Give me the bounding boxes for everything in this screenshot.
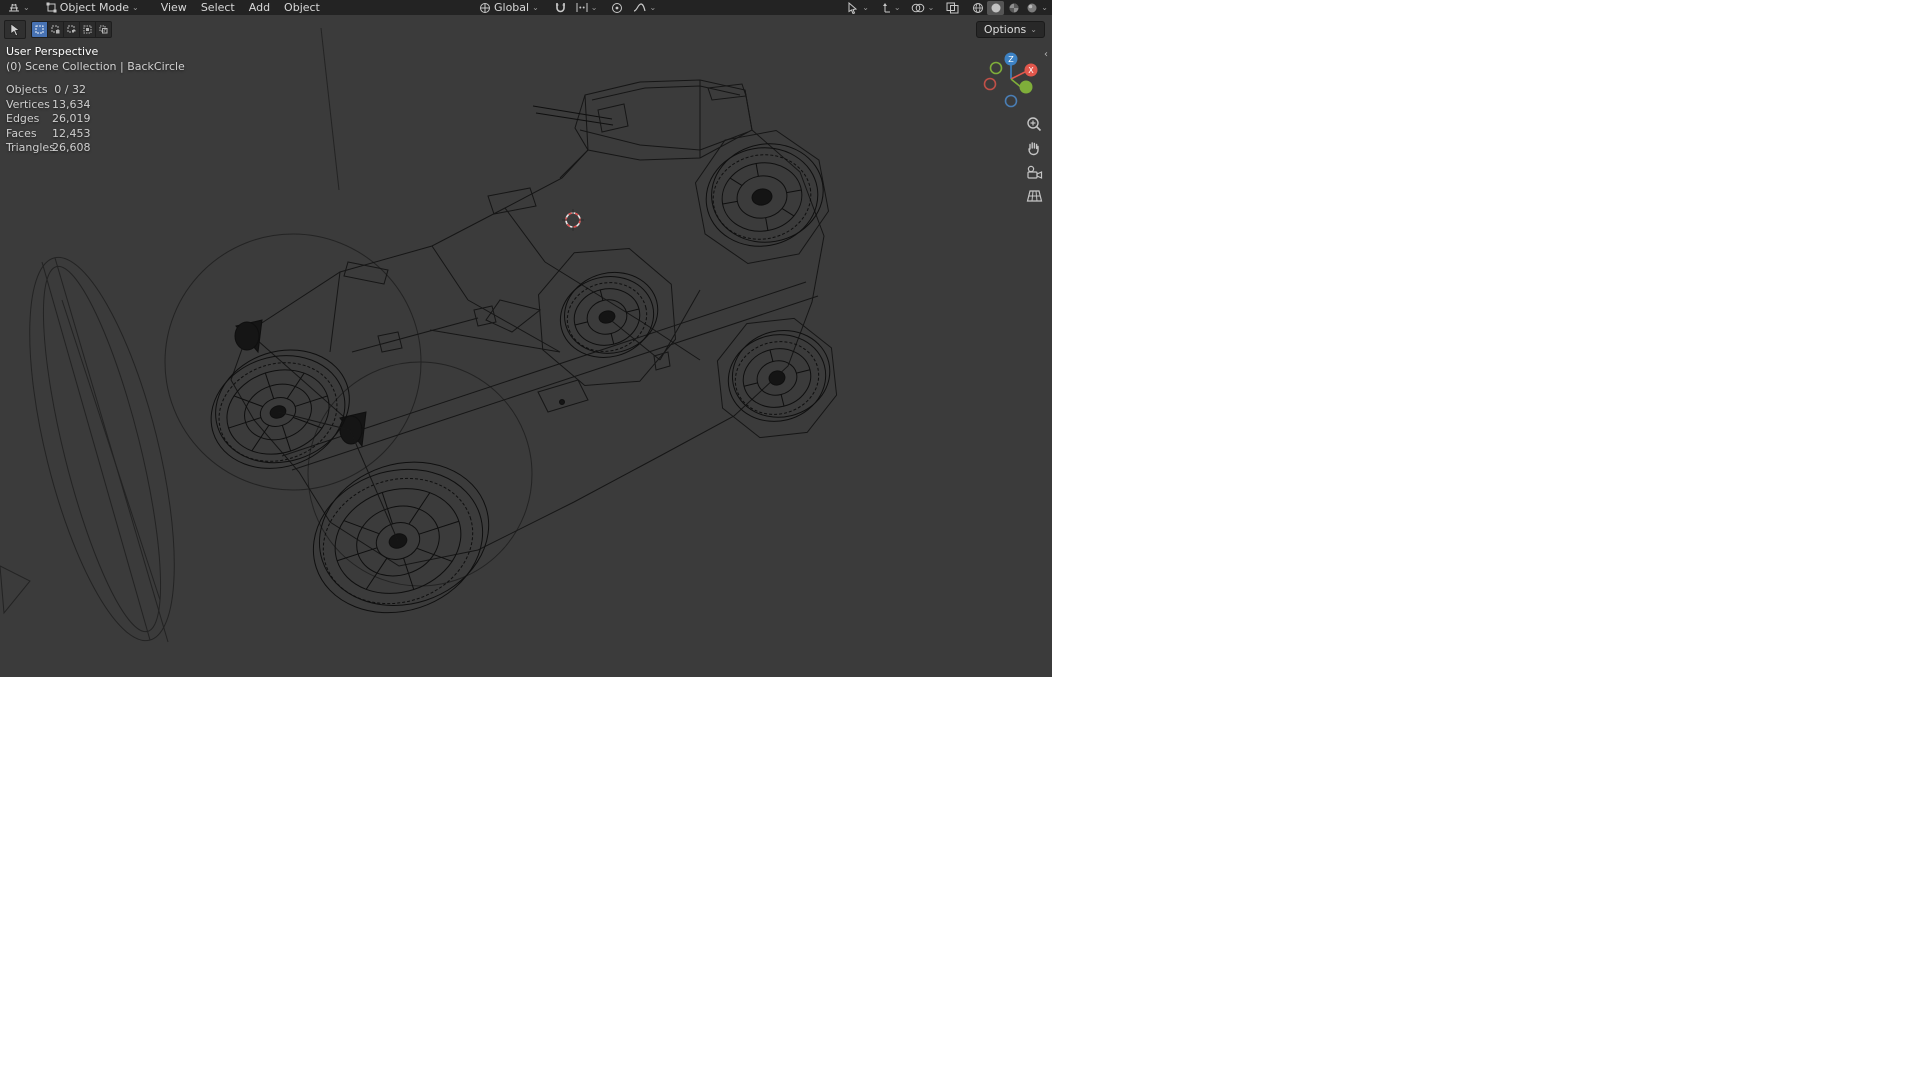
chevron-down-icon: ⌄ xyxy=(132,3,139,12)
gizmo-axis-z-negative[interactable] xyxy=(1004,94,1018,108)
zoom-icon xyxy=(1027,117,1042,132)
pan-control[interactable] xyxy=(1023,136,1045,160)
shading-rendered-icon xyxy=(1027,3,1037,12)
select-mode-invert-button[interactable] xyxy=(80,21,96,38)
select-mode-extend-button[interactable] xyxy=(48,21,64,38)
svg-text:Z: Z xyxy=(1008,55,1014,64)
xray-icon xyxy=(946,2,959,13)
xray-toggle[interactable] xyxy=(942,0,963,15)
menu-view[interactable]: View xyxy=(155,1,193,14)
shading-wireframe-button[interactable] xyxy=(969,1,986,15)
navigation-gizmo[interactable]: Z X xyxy=(982,50,1040,108)
stat-row-vertices: Vertices 13,634 xyxy=(6,97,91,111)
options-button[interactable]: Options ⌄ xyxy=(975,21,1045,38)
ortho-perspective-toggle[interactable] xyxy=(1023,184,1045,208)
shading-solid-button[interactable] xyxy=(987,0,1005,15)
select-new-icon xyxy=(35,25,44,34)
sidebar-toggle-arrow[interactable]: ‹ xyxy=(1044,49,1048,60)
chevron-down-icon: ⌄ xyxy=(532,3,539,12)
snap-settings-dropdown[interactable]: ⌄ xyxy=(572,0,602,15)
stat-row-objects: Objects 0 / 32 xyxy=(6,83,86,96)
stat-row-triangles: Triangles 26,608 xyxy=(6,141,91,155)
view-perspective-label: User Perspective xyxy=(6,45,99,58)
stat-row-edges: Edges 26,019 xyxy=(6,112,91,126)
select-mode-intersect-button[interactable] xyxy=(96,21,112,38)
select-mode-subtract-button[interactable] xyxy=(64,21,80,38)
zoom-control[interactable] xyxy=(1023,112,1045,136)
viewport-header: ⌄ Object Mode ⌄ View Select Add Object G… xyxy=(0,0,1052,15)
select-invert-icon xyxy=(83,25,92,34)
orientation-label: Global xyxy=(493,1,530,14)
falloff-curve-icon xyxy=(634,3,647,12)
proportional-falloff-dropdown[interactable]: ⌄ xyxy=(629,0,660,15)
chevron-down-icon: ⌄ xyxy=(1041,3,1048,12)
editor-3d-viewport-icon xyxy=(9,3,19,12)
active-collection-label: (0) Scene Collection | BackCircle xyxy=(6,60,185,73)
orientation-global-icon xyxy=(479,2,490,13)
cursor-select-icon xyxy=(10,23,20,36)
selectability-visibility-icon xyxy=(848,1,858,14)
gizmo-axis-y-positive[interactable] xyxy=(1019,80,1033,94)
overlays-dropdown[interactable]: ⌄ xyxy=(907,0,939,15)
overlays-icon xyxy=(911,3,924,12)
chevron-down-icon: ⌄ xyxy=(1030,25,1037,34)
snap-toggle[interactable] xyxy=(551,0,570,15)
viewport-side-controls xyxy=(1023,112,1045,208)
shading-material-icon xyxy=(1009,3,1019,12)
svg-text:X: X xyxy=(1028,66,1034,75)
shading-solid-icon xyxy=(991,3,1001,12)
mode-selector-label: Object Mode xyxy=(59,1,129,14)
chevron-down-icon: ⌄ xyxy=(649,3,657,12)
mode-selector[interactable]: Object Mode ⌄ xyxy=(42,0,143,15)
hand-icon xyxy=(1028,142,1039,156)
chevron-down-icon: ⌄ xyxy=(23,3,30,12)
transform-orientation-dropdown[interactable]: Global ⌄ xyxy=(475,0,543,15)
shading-material-button[interactable] xyxy=(1005,1,1022,15)
camera-icon xyxy=(1026,165,1042,179)
desktop-background: ⌄ Object Mode ⌄ View Select Add Object G… xyxy=(0,0,1920,1080)
viewport-overlay-text: User Perspective (0) Scene Collection | … xyxy=(6,44,185,156)
chevron-down-icon: ⌄ xyxy=(893,3,901,12)
select-mode-group xyxy=(31,21,112,38)
proportional-editing-icon xyxy=(612,2,623,13)
editor-type-selector[interactable]: ⌄ xyxy=(4,0,34,15)
gizmos-dropdown[interactable]: ⌄ xyxy=(875,0,905,15)
menu-bar: View Select Add Object xyxy=(155,1,326,14)
proportional-editing-toggle[interactable] xyxy=(607,0,627,15)
shading-rendered-button[interactable] xyxy=(1023,1,1040,15)
active-tool-select-box[interactable] xyxy=(4,20,26,39)
select-extend-icon xyxy=(51,25,60,34)
shading-mode-group: ⌄ xyxy=(969,0,1048,15)
options-label: Options xyxy=(983,23,1027,36)
menu-add[interactable]: Add xyxy=(243,1,276,14)
select-intersect-icon xyxy=(99,25,108,34)
camera-view-control[interactable] xyxy=(1023,160,1045,184)
cursor-3d xyxy=(562,209,584,231)
stat-row-faces: Faces 12,453 xyxy=(6,126,91,140)
shading-wireframe-icon xyxy=(972,2,983,13)
gizmo-axis-y-negative[interactable] xyxy=(989,61,1003,75)
object-visibility-dropdown[interactable]: ⌄ xyxy=(843,0,873,15)
object-mode-icon xyxy=(46,2,57,13)
chevron-down-icon: ⌄ xyxy=(862,3,869,12)
chevron-down-icon: ⌄ xyxy=(927,3,935,12)
magnet-icon xyxy=(555,2,565,12)
select-mode-new-button[interactable] xyxy=(31,21,48,38)
chevron-down-icon: ⌄ xyxy=(590,3,598,12)
grid-perspective-icon xyxy=(1026,190,1042,202)
menu-object[interactable]: Object xyxy=(278,1,326,14)
scene-statistics: Objects 0 / 32 Vertices 13,634 Edges 26,… xyxy=(6,83,185,156)
blender-window: ⌄ Object Mode ⌄ View Select Add Object G… xyxy=(0,0,1052,677)
gizmo-icon xyxy=(882,2,890,12)
menu-select[interactable]: Select xyxy=(195,1,241,14)
select-subtract-icon xyxy=(67,25,76,33)
snap-increment-icon xyxy=(576,3,588,12)
gizmo-axis-x-negative[interactable] xyxy=(983,77,997,91)
